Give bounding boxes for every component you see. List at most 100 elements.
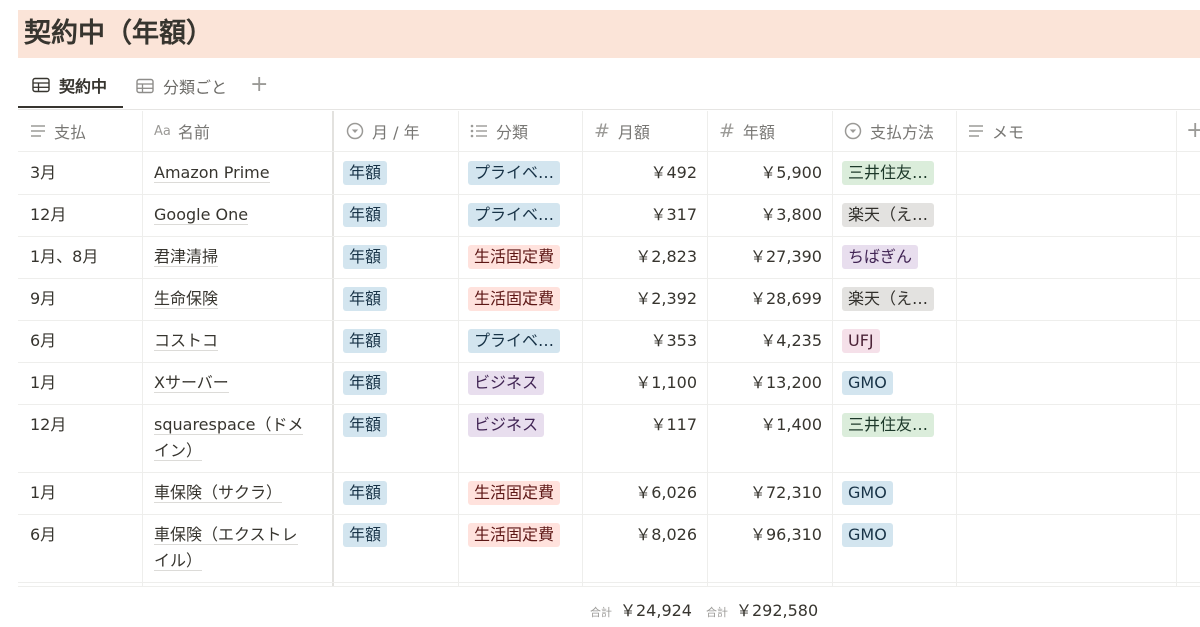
- table-icon: [32, 77, 50, 93]
- category-tag[interactable]: プライベ…: [468, 161, 561, 185]
- payment-cell[interactable]: 12月: [18, 202, 142, 228]
- page-title[interactable]: 契約中（年額）: [24, 18, 213, 50]
- name-cell[interactable]: 生命保険: [154, 286, 324, 312]
- column-header-name[interactable]: Aa 名前: [142, 111, 332, 151]
- name-text: 車保険（エクストレ: [154, 525, 298, 545]
- name-cell[interactable]: squarespace（ドメ イン）: [154, 412, 324, 464]
- name-cell[interactable]: Amazon Prime: [154, 160, 324, 186]
- monthly-amount-cell[interactable]: ￥1,100: [582, 370, 697, 396]
- tab-label: 契約中: [59, 77, 108, 96]
- memo-cell[interactable]: [956, 320, 1176, 362]
- lines-icon: [31, 125, 45, 137]
- name-cell[interactable]: Google One: [154, 202, 324, 228]
- column-label: 分類: [496, 123, 529, 142]
- payment-cell[interactable]: 6月: [18, 522, 142, 548]
- monthly-amount-cell[interactable]: ￥117: [582, 412, 697, 438]
- name-cell[interactable]: 車保険（エクストレ イル）: [154, 522, 324, 574]
- yearly-amount-cell[interactable]: ￥28,699: [707, 286, 822, 312]
- payment-cell[interactable]: 6月: [18, 328, 142, 354]
- add-column-button[interactable]: +: [1186, 118, 1200, 143]
- category-tag[interactable]: プライベ…: [468, 329, 561, 353]
- monthly-amount-cell[interactable]: ￥8,026: [582, 522, 697, 548]
- memo-cell[interactable]: [956, 152, 1176, 194]
- cycle-tag[interactable]: 年額: [343, 371, 388, 395]
- column-header-method[interactable]: 支払方法: [832, 111, 956, 151]
- payment-method-tag[interactable]: GMO: [842, 371, 893, 395]
- cycle-tag[interactable]: 年額: [343, 287, 388, 311]
- payment-cell[interactable]: 1月、8月: [18, 244, 142, 270]
- tab-by-category[interactable]: 分類ごと: [136, 64, 246, 108]
- category-tag[interactable]: 生活固定費: [468, 481, 561, 505]
- yearly-amount-cell[interactable]: ￥27,390: [707, 244, 822, 270]
- yearly-amount-cell[interactable]: ￥4,235: [707, 328, 822, 354]
- name-cell[interactable]: Xサーバー: [154, 370, 324, 396]
- yearly-amount-cell[interactable]: ￥13,200: [707, 370, 822, 396]
- memo-cell[interactable]: [956, 514, 1176, 582]
- cycle-tag[interactable]: 年額: [343, 161, 388, 185]
- column-label: 支払方法: [870, 123, 935, 142]
- name-cell[interactable]: 君津清掃: [154, 244, 324, 270]
- column-header-category[interactable]: 分類: [458, 111, 582, 151]
- tab-contracted[interactable]: 契約中: [18, 64, 123, 108]
- category-tag[interactable]: プライベ…: [468, 203, 561, 227]
- yearly-amount-cell[interactable]: ￥3,800: [707, 202, 822, 228]
- payment-cell[interactable]: 1月: [18, 480, 142, 506]
- name-cell[interactable]: コストコ: [154, 328, 324, 354]
- payment-cell[interactable]: 9月: [18, 286, 142, 312]
- payment-cell[interactable]: 12月: [18, 412, 142, 438]
- payment-method-tag[interactable]: 三井住友…: [842, 161, 935, 185]
- payment-method-tag[interactable]: 楽天（え…: [842, 287, 935, 311]
- cycle-tag[interactable]: 年額: [343, 481, 388, 505]
- name-line: イル）: [154, 548, 324, 574]
- monthly-total[interactable]: 合計 ￥24,924: [590, 597, 692, 621]
- cycle-tag[interactable]: 年額: [343, 329, 388, 353]
- memo-cell[interactable]: [956, 362, 1176, 404]
- table-icon: [136, 78, 154, 94]
- category-tag[interactable]: 生活固定費: [468, 287, 561, 311]
- name-text: イル）: [154, 551, 203, 571]
- cycle-tag[interactable]: 年額: [343, 203, 388, 227]
- yearly-amount-cell[interactable]: ￥72,310: [707, 480, 822, 506]
- name-line: コストコ: [154, 328, 324, 354]
- memo-cell[interactable]: [956, 236, 1176, 278]
- cycle-tag[interactable]: 年額: [343, 245, 388, 269]
- memo-cell[interactable]: [956, 194, 1176, 236]
- category-tag[interactable]: ビジネス: [468, 413, 545, 437]
- column-header-payment[interactable]: 支払: [18, 111, 142, 151]
- monthly-amount-cell[interactable]: ￥353: [582, 328, 697, 354]
- monthly-amount-cell[interactable]: ￥2,823: [582, 244, 697, 270]
- payment-method-tag[interactable]: GMO: [842, 523, 893, 547]
- payment-method-tag[interactable]: 三井住友…: [842, 413, 935, 437]
- payment-method-tag[interactable]: UFJ: [842, 329, 880, 353]
- payment-method-tag[interactable]: 楽天（え…: [842, 203, 935, 227]
- column-header-memo[interactable]: メモ: [956, 111, 1176, 151]
- name-cell[interactable]: 車保険（サクラ）: [154, 480, 324, 506]
- column-header-cycle[interactable]: 月 / 年: [334, 111, 458, 151]
- yearly-amount-cell[interactable]: ￥96,310: [707, 522, 822, 548]
- monthly-amount-cell[interactable]: ￥6,026: [582, 480, 697, 506]
- payment-method-tag[interactable]: ちばぎん: [842, 245, 919, 269]
- add-view-button[interactable]: +: [250, 72, 268, 98]
- payment-cell[interactable]: 1月: [18, 370, 142, 396]
- cycle-tag[interactable]: 年額: [343, 523, 388, 547]
- cycle-tag[interactable]: 年額: [343, 413, 388, 437]
- yearly-total[interactable]: 合計 ￥292,580: [706, 597, 818, 621]
- footer-value: ￥292,580: [736, 601, 819, 620]
- column-header-yearly[interactable]: # 年額: [707, 111, 832, 151]
- category-tag[interactable]: ビジネス: [468, 371, 545, 395]
- monthly-amount-cell[interactable]: ￥2,392: [582, 286, 697, 312]
- name-text: Amazon Prime: [154, 163, 270, 183]
- category-tag[interactable]: 生活固定費: [468, 245, 561, 269]
- payment-method-tag[interactable]: GMO: [842, 481, 893, 505]
- column-header-monthly[interactable]: # 月額: [582, 111, 707, 151]
- memo-cell[interactable]: [956, 472, 1176, 514]
- memo-cell[interactable]: [956, 404, 1176, 472]
- category-tag[interactable]: 生活固定費: [468, 523, 561, 547]
- yearly-amount-cell[interactable]: ￥1,400: [707, 412, 822, 438]
- monthly-amount-cell[interactable]: ￥492: [582, 160, 697, 186]
- name-line: 君津清掃: [154, 244, 324, 270]
- monthly-amount-cell[interactable]: ￥317: [582, 202, 697, 228]
- payment-cell[interactable]: 3月: [18, 160, 142, 186]
- memo-cell[interactable]: [956, 278, 1176, 320]
- yearly-amount-cell[interactable]: ￥5,900: [707, 160, 822, 186]
